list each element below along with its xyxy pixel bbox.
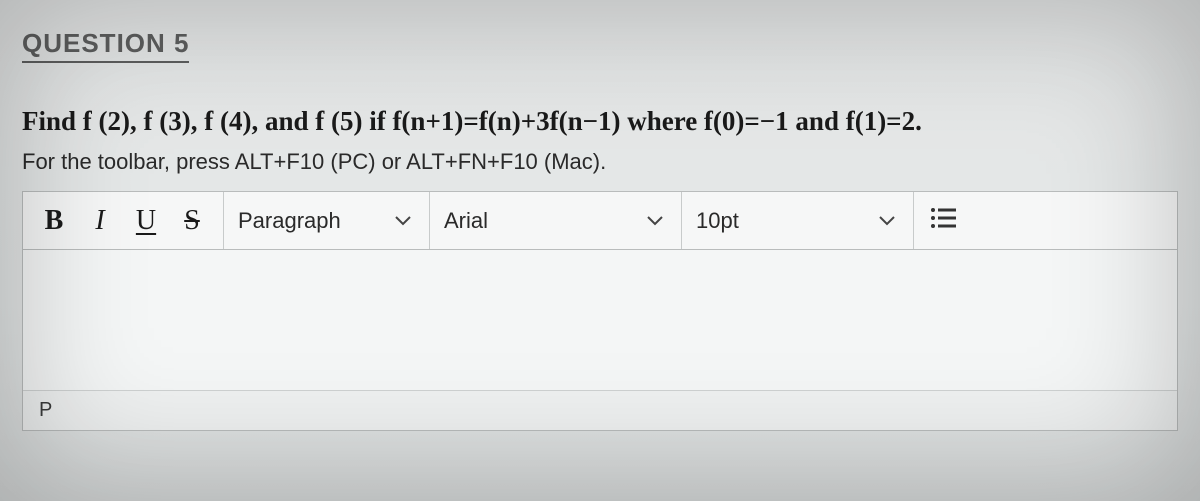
strikethrough-button[interactable]: S bbox=[169, 192, 215, 249]
editor-toolbar: B I U S Paragraph Arial 10pt bbox=[22, 191, 1178, 249]
list-icon bbox=[930, 207, 956, 234]
font-family-label: Arial bbox=[444, 208, 488, 234]
block-format-label: Paragraph bbox=[238, 208, 341, 234]
text-style-group: B I U S bbox=[23, 192, 224, 249]
bold-button[interactable]: B bbox=[31, 192, 77, 249]
font-size-label: 10pt bbox=[696, 208, 739, 234]
italic-button[interactable]: I bbox=[77, 192, 123, 249]
chevron-down-icon bbox=[647, 216, 663, 226]
underline-button[interactable]: U bbox=[123, 192, 169, 249]
chevron-down-icon bbox=[395, 216, 411, 226]
font-size-select[interactable]: 10pt bbox=[682, 192, 914, 249]
element-path: P bbox=[39, 399, 52, 422]
question-prompt: Find f (2), f (3), f (4), and f (5) if f… bbox=[22, 103, 1178, 139]
font-family-select[interactable]: Arial bbox=[430, 192, 682, 249]
block-format-select[interactable]: Paragraph bbox=[224, 192, 430, 249]
more-options-button[interactable] bbox=[914, 192, 972, 249]
editor-textarea[interactable]: P bbox=[22, 249, 1178, 431]
question-title: QUESTION 5 bbox=[22, 28, 189, 63]
chevron-down-icon bbox=[879, 216, 895, 226]
editor-status-bar: P bbox=[23, 390, 1177, 430]
toolbar-hint: For the toolbar, press ALT+F10 (PC) or A… bbox=[22, 149, 1178, 175]
rich-text-editor: B I U S Paragraph Arial 10pt bbox=[22, 191, 1178, 431]
